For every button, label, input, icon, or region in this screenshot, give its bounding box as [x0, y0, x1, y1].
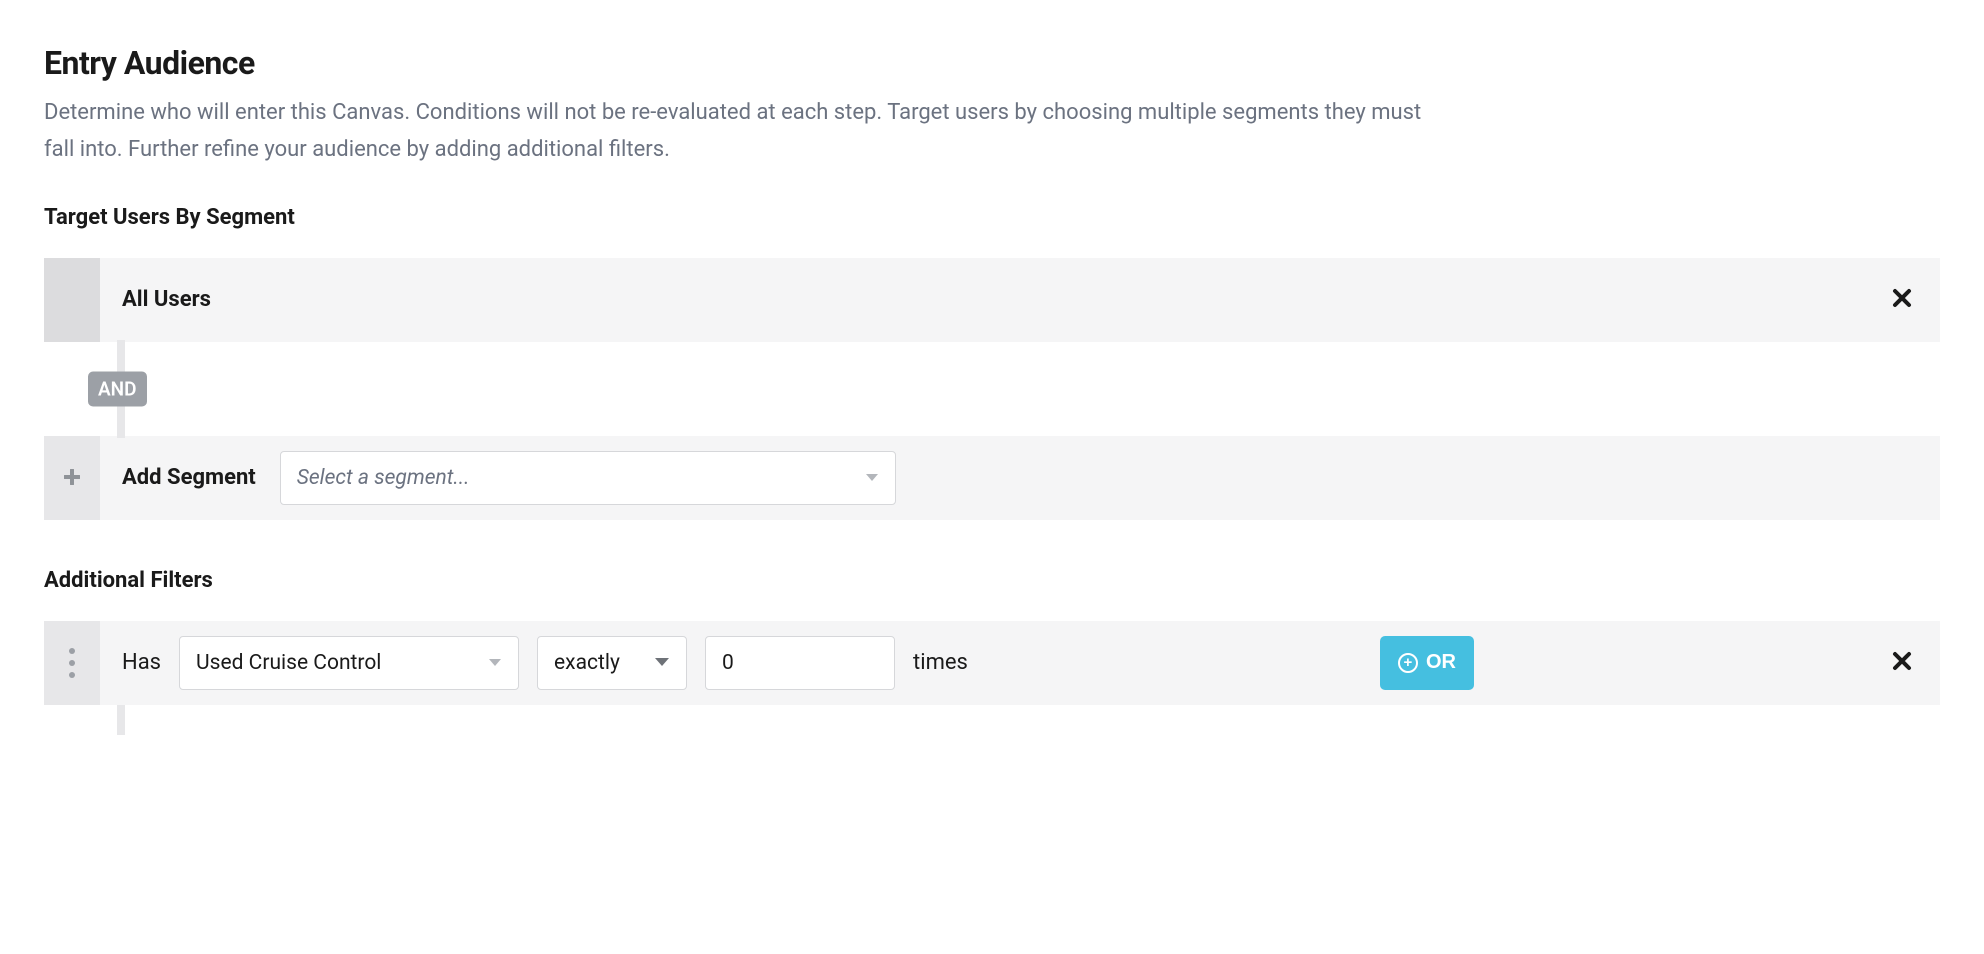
filters-heading: Additional Filters — [44, 568, 1940, 593]
page-title: Entry Audience — [44, 44, 1940, 82]
add-segment-handle[interactable] — [44, 436, 100, 520]
filter-drag-handle[interactable] — [44, 621, 100, 705]
drag-dots-icon — [69, 648, 75, 678]
filter-row: Has Used Cruise Control exactly times + … — [44, 621, 1940, 705]
segment-handle[interactable] — [44, 258, 100, 342]
or-label: OR — [1426, 651, 1456, 674]
filter-body: Has Used Cruise Control exactly times + … — [100, 621, 1940, 705]
segment-select[interactable]: Select a segment... — [280, 451, 896, 505]
filter-prefix: Has — [122, 650, 161, 675]
filter-comparator-select[interactable]: exactly — [537, 636, 687, 690]
segment-body: All Users — [100, 258, 1940, 342]
filters-stack: Has Used Cruise Control exactly times + … — [44, 621, 1940, 735]
filter-suffix: times — [913, 650, 968, 675]
page-description: Determine who will enter this Canvas. Co… — [44, 94, 1444, 169]
segment-label: All Users — [122, 287, 211, 312]
chevron-down-icon — [865, 473, 879, 483]
remove-segment-icon[interactable] — [1886, 285, 1918, 315]
chevron-down-icon — [654, 657, 670, 668]
add-segment-label: Add Segment — [122, 465, 256, 490]
add-segment-body: Add Segment Select a segment... — [100, 436, 1940, 520]
segment-stack: All Users AND Add Segment Select a segme… — [44, 258, 1940, 520]
filter-count-input[interactable] — [705, 636, 895, 690]
segment-connector: AND — [44, 342, 1940, 436]
filter-event-select[interactable]: Used Cruise Control — [179, 636, 519, 690]
circle-plus-icon: + — [1398, 653, 1418, 673]
plus-icon — [64, 466, 80, 490]
add-or-button[interactable]: + OR — [1380, 636, 1474, 690]
remove-filter-icon[interactable] — [1886, 648, 1918, 678]
chevron-down-icon — [488, 658, 502, 668]
segment-select-placeholder: Select a segment... — [297, 466, 470, 490]
filter-connector-tail — [44, 705, 1940, 735]
segment-row-add: Add Segment Select a segment... — [44, 436, 1940, 520]
and-pill: AND — [88, 371, 147, 406]
filter-comparator-value: exactly — [554, 651, 620, 675]
filter-event-value: Used Cruise Control — [196, 651, 381, 675]
connector-line — [117, 705, 125, 735]
segments-heading: Target Users By Segment — [44, 205, 1940, 230]
segment-row-all-users: All Users — [44, 258, 1940, 342]
